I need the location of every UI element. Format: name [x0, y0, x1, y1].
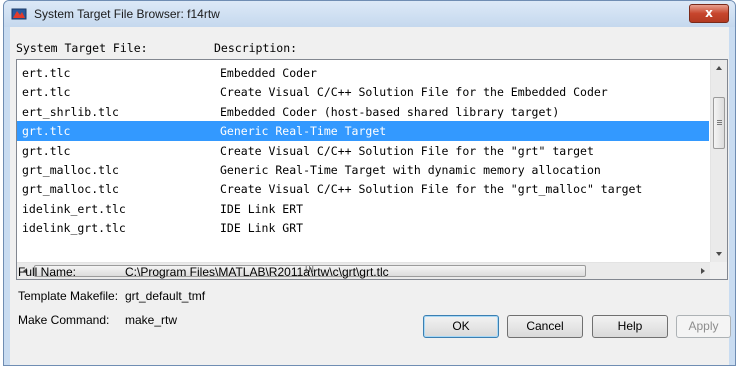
target-file-name: idelink_ert.tlc	[22, 201, 126, 216]
dialog-window: System Target File Browser: f14rtw x Sys…	[3, 0, 736, 366]
target-file-description: Generic Real-Time Target	[220, 124, 387, 139]
target-file-name: idelink_grt.tlc	[22, 221, 126, 236]
scroll-down-arrow-icon[interactable]	[716, 252, 722, 256]
target-file-description: Create Visual C/C++ Solution File for th…	[220, 85, 608, 100]
target-file-description: Generic Real-Time Target with dynamic me…	[220, 162, 601, 177]
target-file-name: grt.tlc	[22, 124, 71, 139]
target-file-row[interactable]: idelink_grt.tlc IDE Link GRT	[17, 218, 709, 237]
ok-button[interactable]: OK	[423, 315, 499, 338]
target-file-description: IDE Link GRT	[220, 221, 304, 236]
template-makefile-label: Template Makefile:	[18, 289, 119, 303]
target-file-row[interactable]	[17, 238, 709, 257]
cancel-button[interactable]: Cancel	[507, 315, 583, 338]
apply-button[interactable]: Apply	[676, 315, 731, 338]
dialog-client-area: System Target File: Description: ert.tlc…	[10, 27, 731, 365]
column-header-file: System Target File:	[16, 41, 148, 55]
target-file-name: ert.tlc	[22, 85, 71, 100]
vertical-scroll-thumb[interactable]	[713, 97, 725, 149]
target-file-row[interactable]: grt.tlc Generic Real-Time Target	[17, 121, 709, 141]
target-file-description: Create Visual C/C++ Solution File for th…	[220, 143, 594, 158]
target-file-rows: ert.tlc Embedded Coder ert.tlc Create Visua…	[17, 63, 709, 263]
scroll-right-arrow-icon[interactable]	[701, 268, 705, 274]
full-name-row: Full Name: C:\Program Files\MATLAB\R2011…	[18, 265, 389, 279]
column-header-description: Description:	[214, 41, 298, 55]
target-file-row[interactable]: grt.tlc Create Visual C/C++ Solution File…	[17, 141, 709, 160]
target-file-row[interactable]: ert.tlc Create Visual C/C++ Solution File…	[17, 82, 709, 101]
target-file-description: Embedded Coder (host-based shared librar…	[220, 104, 560, 119]
target-file-row[interactable]: idelink_ert.tlc IDE Link ERT	[17, 199, 709, 218]
target-file-list[interactable]: ert.tlc Embedded Coder ert.tlc Create Visua…	[16, 59, 728, 280]
target-file-description: IDE Link ERT	[220, 201, 304, 216]
window-title: System Target File Browser: f14rtw	[34, 7, 220, 21]
full-name-value: C:\Program Files\MATLAB\R2011a\rtw\c\grt…	[125, 265, 389, 279]
target-file-name: grt.tlc	[22, 143, 71, 158]
full-name-label: Full Name:	[18, 265, 77, 279]
make-command-row: Make Command: make_rtw	[18, 313, 177, 327]
scrollbar-corner	[710, 262, 727, 279]
target-file-row[interactable]: grt_malloc.tlc Create Visual C/C++ Soluti…	[17, 179, 709, 198]
template-makefile-value: grt_default_tmf	[125, 289, 206, 303]
vertical-scrollbar[interactable]	[710, 60, 727, 262]
target-file-description: Create Visual C/C++ Solution File for th…	[220, 182, 643, 197]
help-button[interactable]: Help	[592, 315, 668, 338]
close-button[interactable]: x	[689, 4, 729, 23]
target-file-name: ert_shrlib.tlc	[22, 104, 119, 119]
target-file-description: Embedded Coder	[220, 66, 317, 80]
target-file-name: grt_malloc.tlc	[22, 162, 119, 177]
make-command-label: Make Command:	[18, 313, 110, 327]
target-file-row[interactable]: ert_shrlib.tlc Embedded Coder (host-based…	[17, 102, 709, 121]
column-headers: System Target File: Description:	[10, 27, 729, 55]
title-bar[interactable]: System Target File Browser: f14rtw x	[4, 1, 735, 27]
target-file-row[interactable]: ert.tlc Embedded Coder	[17, 63, 709, 82]
make-command-value: make_rtw	[125, 313, 178, 327]
simulink-app-icon	[11, 8, 27, 20]
target-file-row[interactable]: grt_malloc.tlc Generic Real-Time Target w…	[17, 160, 709, 179]
template-makefile-row: Template Makefile: grt_default_tmf	[18, 289, 205, 303]
scroll-up-arrow-icon[interactable]	[716, 66, 722, 70]
target-file-name: ert.tlc	[22, 66, 71, 80]
target-file-name: grt_malloc.tlc	[22, 182, 119, 197]
